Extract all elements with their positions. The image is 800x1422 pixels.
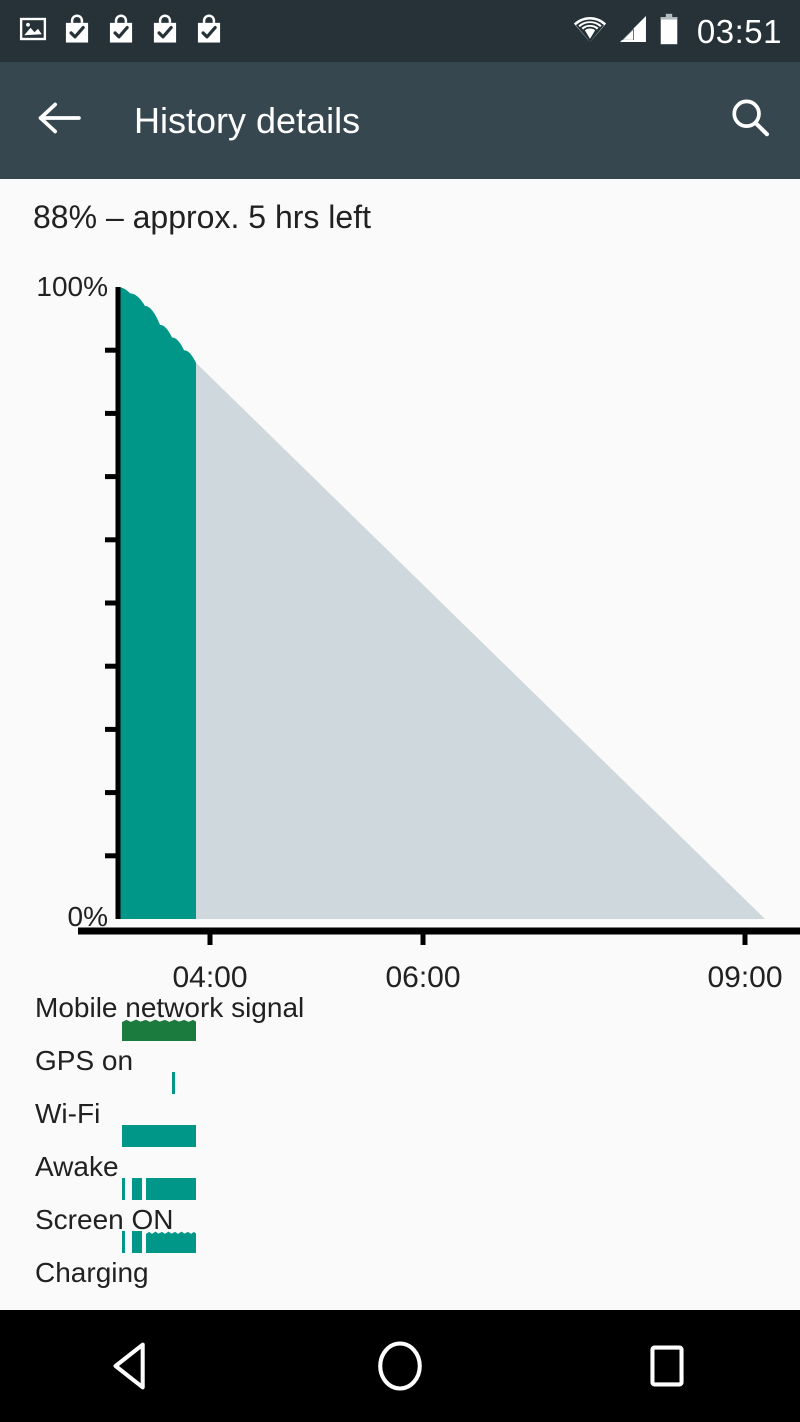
detail-row-segment bbox=[122, 1231, 125, 1253]
battery-history-chart[interactable]: 100% 0% 04:00 06:00 09:00 bbox=[0, 269, 800, 1089]
detail-row-screen-on: Screen ON bbox=[0, 1201, 800, 1254]
detail-row-charging: Charging bbox=[0, 1254, 800, 1307]
play-store-bag-check-icon-3 bbox=[150, 13, 180, 50]
detail-row-segment bbox=[132, 1231, 142, 1253]
recorded-battery-area bbox=[118, 287, 196, 919]
play-store-bag-check-icon-1 bbox=[62, 13, 92, 50]
app-toolbar: History details bbox=[0, 62, 800, 179]
nav-recents-button[interactable] bbox=[597, 1310, 737, 1422]
search-icon[interactable] bbox=[728, 96, 772, 145]
status-bar[interactable]: 03:51 bbox=[0, 0, 800, 62]
play-store-bag-check-icon-2 bbox=[106, 13, 136, 50]
detail-row-track bbox=[0, 1178, 800, 1200]
status-bar-system-icons: 03:51 bbox=[572, 13, 782, 50]
detail-row-segment bbox=[122, 1019, 196, 1041]
android-navigation-bar bbox=[0, 1310, 800, 1422]
detail-row-segment bbox=[146, 1231, 196, 1253]
y-axis-top-label: 100% bbox=[36, 271, 108, 302]
detail-row-segment bbox=[122, 1125, 196, 1147]
nav-back-button[interactable] bbox=[63, 1310, 203, 1422]
detail-row-track bbox=[0, 1231, 800, 1253]
detail-row-awake: Awake bbox=[0, 1148, 800, 1201]
cellular-signal-icon bbox=[617, 14, 649, 49]
x-axis: 04:00 06:00 09:00 bbox=[78, 927, 800, 994]
battery-summary-text: 88% – approx. 5 hrs left bbox=[33, 199, 371, 235]
wifi-icon bbox=[572, 14, 608, 49]
page-title: History details bbox=[134, 99, 361, 141]
detail-row-track bbox=[0, 1284, 800, 1306]
detail-row-mobile-network-signal: Mobile network signal bbox=[0, 989, 800, 1042]
status-bar-notification-icons bbox=[18, 13, 224, 50]
battery-icon bbox=[658, 13, 680, 50]
projected-battery-area bbox=[196, 362, 765, 920]
history-details-content: 88% – approx. 5 hrs left 100% 0% 04:00 06… bbox=[0, 179, 800, 1310]
detail-row-segment bbox=[146, 1178, 196, 1200]
detail-row-segment bbox=[132, 1178, 142, 1200]
back-arrow-icon[interactable] bbox=[36, 98, 82, 143]
detail-row-segment bbox=[122, 1178, 125, 1200]
detail-row-track bbox=[0, 1019, 800, 1041]
detail-row-gps-on: GPS on bbox=[0, 1042, 800, 1095]
battery-detail-rows: Mobile network signal GPS on Wi-Fi Awake Scr… bbox=[0, 989, 800, 1307]
screenshot-image-icon bbox=[18, 14, 48, 49]
detail-row-segment bbox=[172, 1072, 175, 1094]
nav-home-button[interactable] bbox=[330, 1310, 470, 1422]
y-axis bbox=[105, 287, 121, 919]
status-bar-clock: 03:51 bbox=[696, 12, 782, 50]
detail-row-track bbox=[0, 1072, 800, 1094]
chart-series-group bbox=[118, 287, 765, 920]
play-store-bag-check-icon-4 bbox=[194, 13, 224, 50]
detail-row-track bbox=[0, 1125, 800, 1147]
battery-chart-svg: 100% 0% 04:00 06:00 09:00 bbox=[36, 271, 800, 994]
y-axis-bottom-label: 0% bbox=[68, 901, 108, 932]
detail-row-wifi: Wi-Fi bbox=[0, 1095, 800, 1148]
